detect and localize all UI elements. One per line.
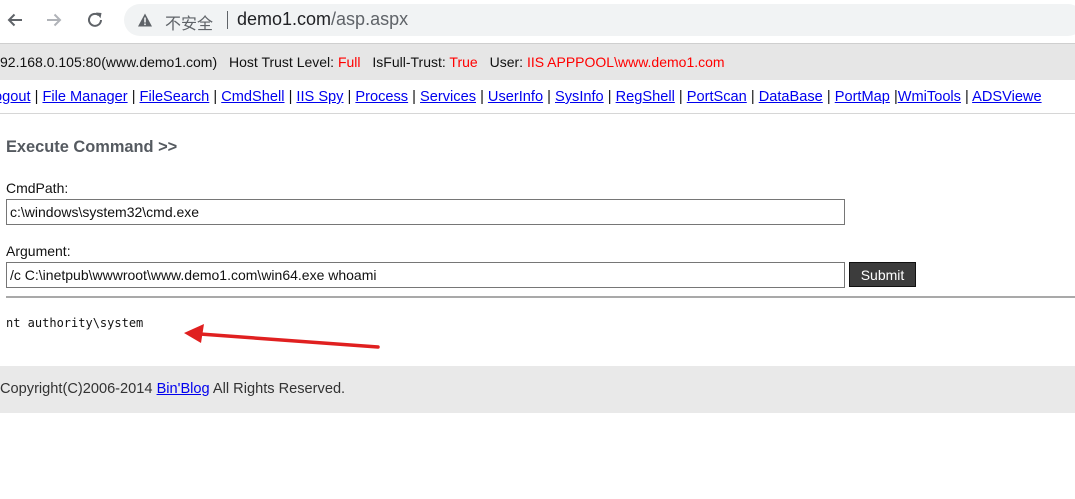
footer: Copyright(C)2006-2014 Bin'Blog All Right… (0, 366, 1075, 413)
copyright-text: Copyright(C)2006-2014 (0, 381, 157, 397)
blog-link[interactable]: Bin'Blog (157, 381, 210, 397)
rights-text: All Rights Reserved. (209, 381, 346, 397)
annotation-arrow-icon (184, 324, 380, 349)
